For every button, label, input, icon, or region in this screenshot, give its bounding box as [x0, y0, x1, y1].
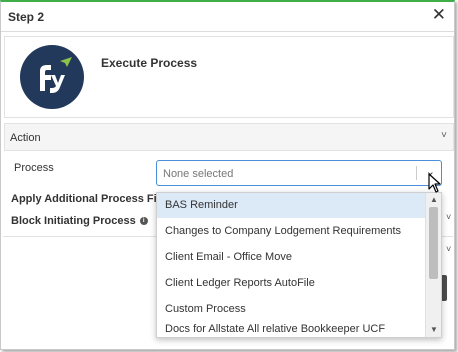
chevron-down-icon[interactable]: ˅	[446, 244, 451, 254]
section-label: Action	[10, 132, 41, 144]
dropdown-option[interactable]: Docs for Allstate All relative Bookkeepe…	[157, 317, 425, 337]
chevron-down-icon[interactable]: ˅	[441, 130, 447, 141]
select-placeholder: None selected	[163, 168, 234, 180]
action-section-header[interactable]: Action ˅	[4, 123, 454, 151]
process-title: Execute Process	[101, 56, 198, 70]
panel-header: Step 2 ✕	[1, 2, 454, 32]
step-title: Step 2	[8, 10, 45, 24]
block-label-text: Block Initiating Process	[11, 215, 136, 227]
fym-logo-icon	[20, 45, 84, 109]
process-dropdown-menu: BAS Reminder Changes to Company Lodgemen…	[156, 192, 442, 338]
chevron-down-icon[interactable]: ˅	[446, 212, 451, 222]
dropdown-option[interactable]: Client Ledger Reports AutoFile	[157, 271, 425, 296]
info-icon[interactable]: i	[139, 217, 148, 226]
scrollbar-thumb[interactable]	[429, 207, 438, 279]
dropdown-scrollbar[interactable]: ▲ ▼	[425, 193, 441, 337]
scroll-down-icon[interactable]: ▼	[430, 325, 438, 334]
select-separator	[416, 166, 417, 180]
scroll-up-icon[interactable]: ▲	[430, 195, 438, 204]
dropdown-option[interactable]: BAS Reminder	[157, 193, 425, 218]
close-icon[interactable]: ✕	[432, 6, 446, 23]
dropdown-option[interactable]: Changes to Company Lodgement Requirement…	[157, 219, 425, 244]
mouse-cursor-icon	[428, 173, 441, 193]
process-card: Execute Process	[4, 36, 454, 118]
process-label: Process	[14, 162, 54, 174]
block-initiating-label: Block Initiating Process i	[11, 215, 148, 227]
filter-label: Apply Additional Process Filter	[11, 193, 174, 205]
dropdown-option[interactable]: Client Email - Office Move	[157, 245, 425, 270]
process-select[interactable]: None selected ⌄	[156, 160, 442, 186]
